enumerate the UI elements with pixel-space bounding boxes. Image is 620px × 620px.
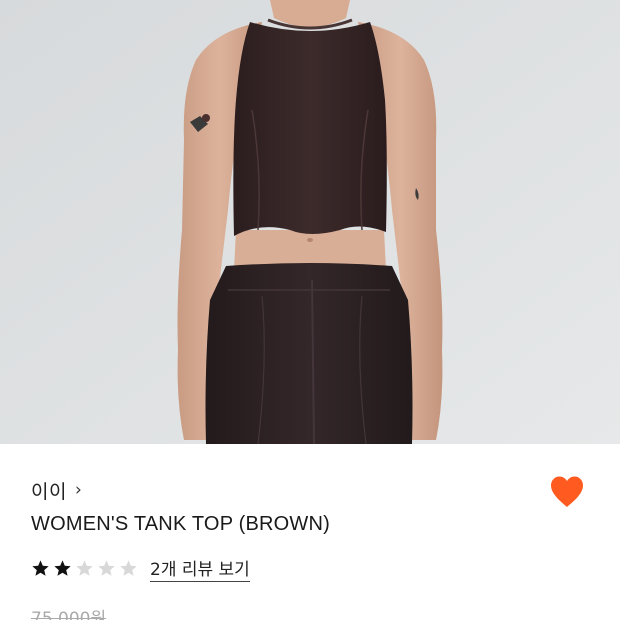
review-link[interactable]: 2개 리뷰 보기 bbox=[150, 555, 250, 582]
star-rating bbox=[31, 559, 141, 578]
star-icon bbox=[120, 559, 137, 576]
product-title: WOMEN'S TANK TOP (BROWN) bbox=[31, 513, 331, 535]
star-icon bbox=[54, 559, 71, 576]
star-icon bbox=[98, 559, 115, 576]
heart-icon bbox=[551, 476, 583, 507]
brand-name: 이이 bbox=[31, 480, 67, 503]
rating-row: 2개 리뷰 보기 bbox=[31, 555, 250, 582]
star-icon bbox=[32, 559, 49, 576]
original-price: 75,000원 bbox=[31, 609, 107, 620]
product-image[interactable] bbox=[0, 0, 620, 444]
wishlist-button[interactable] bbox=[548, 474, 586, 510]
product-detail-page: 이이 › WOMEN'S TANK TOP (BROWN) 2개 리뷰 보기 7… bbox=[0, 0, 620, 620]
chevron-right-icon: › bbox=[74, 479, 82, 500]
star-icon bbox=[76, 559, 93, 576]
brand-link[interactable]: 이이 › bbox=[31, 477, 82, 503]
